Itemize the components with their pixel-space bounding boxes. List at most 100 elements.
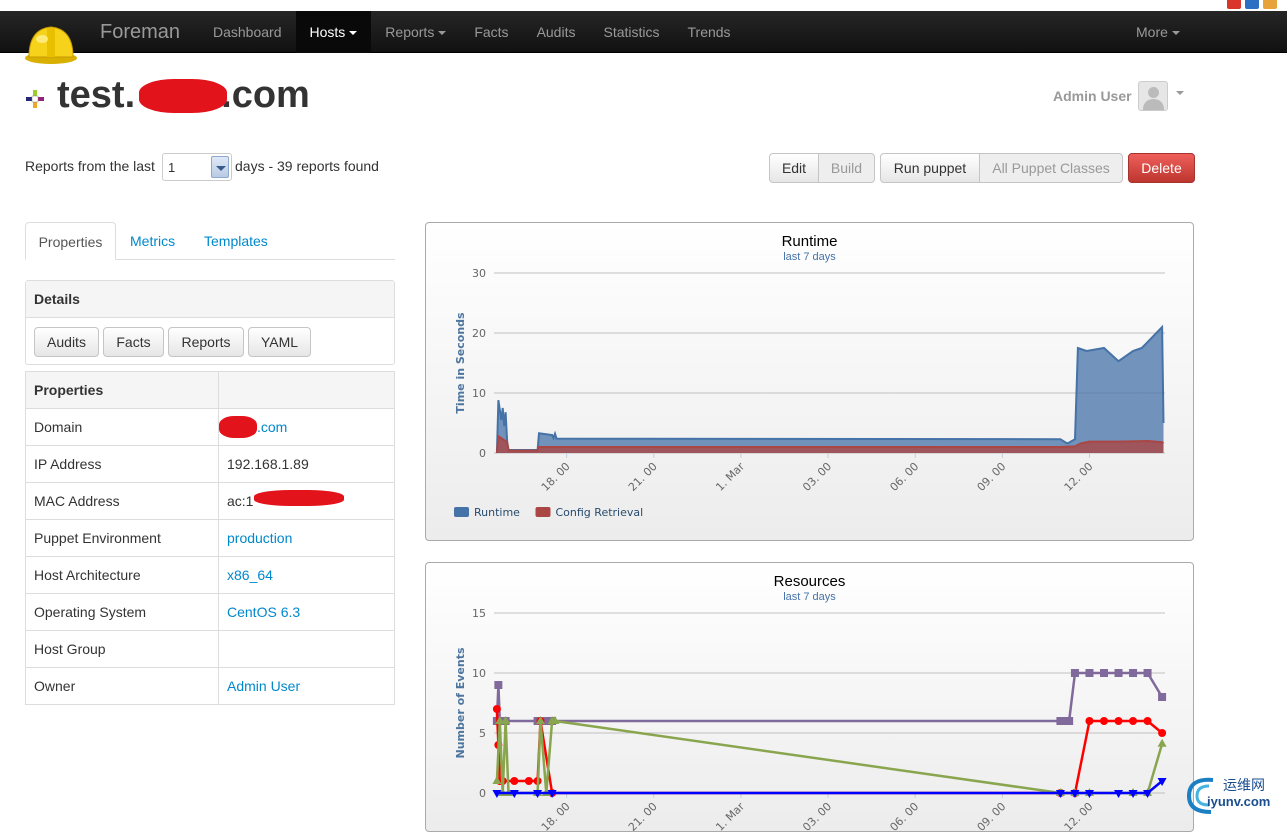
legend-swatch [454, 507, 469, 517]
tab-properties[interactable]: Properties [25, 222, 116, 260]
y-axis-label: Number of Events [454, 647, 467, 758]
watermark-line2: iyunv.com [1207, 794, 1271, 809]
data-point [1085, 717, 1094, 725]
details-panel: Details Audits Facts Reports YAML [25, 280, 395, 365]
x-tick-label: 18. 00 [539, 800, 573, 832]
x-tick-label: 06. 00 [887, 800, 921, 832]
extension-icon[interactable] [1263, 0, 1277, 9]
table-row: IP Address 192.168.1.89 [25, 445, 395, 483]
nav-more[interactable]: More [1122, 11, 1194, 53]
details-heading: Details [26, 281, 394, 318]
data-point [524, 777, 533, 785]
y-tick-label: 10 [472, 387, 486, 400]
data-point [1158, 729, 1167, 737]
operating-system-link[interactable]: CentOS 6.3 [227, 604, 300, 620]
data-point [1114, 717, 1123, 725]
owner-link[interactable]: Admin User [227, 678, 300, 694]
browser-top-strip [0, 0, 1287, 11]
redaction-mark [219, 416, 257, 438]
data-point [1129, 669, 1138, 677]
y-tick-label: 0 [479, 447, 486, 460]
chevron-down-icon[interactable] [1176, 91, 1184, 95]
facts-button[interactable]: Facts [103, 327, 164, 357]
tab-templates[interactable]: Templates [204, 222, 268, 260]
data-point [1143, 717, 1152, 725]
architecture-link[interactable]: x86_64 [227, 567, 273, 583]
audits-button[interactable]: Audits [34, 327, 99, 357]
data-point [1065, 717, 1074, 725]
x-tick-label: 1. Mar [713, 800, 747, 832]
domain-link[interactable]: .com [257, 419, 287, 435]
y-axis-label: Time in Seconds [454, 312, 467, 414]
table-row: Domain .com [25, 408, 395, 446]
table-row: Operating System CentOS 6.3 [25, 593, 395, 631]
nav-hosts[interactable]: Hosts [295, 11, 372, 53]
reports-days-select[interactable]: 1 [162, 153, 232, 181]
data-point [492, 705, 501, 713]
run-puppet-button[interactable]: Run puppet [880, 153, 980, 183]
data-point [1100, 669, 1108, 677]
chevron-down-icon [438, 31, 447, 36]
series-line [495, 324, 1165, 454]
legend-label: Config Retrieval [556, 506, 644, 519]
brand-name[interactable]: Foreman [100, 21, 180, 44]
x-tick-label: 03. 00 [800, 800, 834, 832]
user-avatar-icon[interactable] [1138, 81, 1168, 111]
build-button[interactable]: Build [818, 153, 875, 183]
tab-metrics[interactable]: Metrics [130, 222, 175, 260]
main-nav: Dashboard Hosts Reports Facts Audits Sta… [199, 11, 745, 53]
y-tick-label: 15 [472, 607, 486, 620]
nav-audits[interactable]: Audits [523, 11, 590, 53]
properties-table: Properties Domain .com IP Address 192.16… [25, 371, 395, 705]
data-point [1129, 717, 1138, 725]
runtime-chart-plot: 0 10 20 30 Time in Seconds 18. 00 21. 00 1. Mar… [454, 267, 1165, 519]
data-point [510, 777, 519, 785]
host-tabs: Properties Metrics Templates [25, 222, 395, 260]
all-puppet-classes-button[interactable]: All Puppet Classes [979, 153, 1123, 183]
extension-icon[interactable] [1227, 0, 1241, 9]
user-menu-name[interactable]: Admin User [1053, 88, 1132, 104]
y-tick-label: 5 [479, 727, 486, 740]
browser-extension-icons [1227, 0, 1277, 9]
x-tick-label: 21. 00 [626, 460, 660, 494]
y-tick-label: 10 [472, 667, 486, 680]
chevron-down-icon[interactable] [211, 156, 229, 178]
delete-button[interactable]: Delete [1128, 153, 1195, 183]
nav-facts[interactable]: Facts [460, 11, 522, 53]
x-tick-label: 09. 00 [975, 800, 1009, 832]
data-point [494, 681, 503, 689]
x-tick-label: 12. 00 [1062, 800, 1096, 832]
redaction-mark [254, 490, 344, 506]
x-tick-label: 18. 00 [539, 460, 573, 494]
host-group-value [218, 630, 395, 668]
yaml-button[interactable]: YAML [248, 327, 311, 357]
edit-button[interactable]: Edit [769, 153, 819, 183]
table-row: Host Group [25, 630, 395, 668]
environment-link[interactable]: production [227, 530, 292, 546]
nav-trends[interactable]: Trends [674, 11, 745, 53]
series-area [496, 327, 1164, 453]
data-point [1070, 669, 1079, 677]
nav-statistics[interactable]: Statistics [589, 11, 673, 53]
legend-label: Runtime [474, 506, 520, 519]
reports-count-text: days - 39 reports found [235, 158, 379, 174]
resources-chart: Resources last 7 days 0 5 10 15 Number of Ev… [425, 562, 1194, 832]
table-row: Properties [25, 371, 395, 409]
nav-dashboard[interactable]: Dashboard [199, 11, 296, 53]
x-tick-label: 1. Mar [713, 460, 747, 494]
foreman-helmet-logo[interactable] [24, 19, 78, 65]
x-tick-label: 12. 00 [1062, 460, 1096, 494]
extension-icon[interactable] [1245, 0, 1259, 9]
nav-reports[interactable]: Reports [371, 11, 460, 53]
x-tick-label: 09. 00 [975, 460, 1009, 494]
table-row: Host Architecture x86_64 [25, 556, 395, 594]
data-point [1085, 669, 1094, 677]
properties-heading: Properties [25, 371, 219, 409]
x-tick-label: 21. 00 [626, 800, 660, 832]
ip-address-value: 192.168.1.89 [218, 445, 395, 483]
reports-button[interactable]: Reports [168, 327, 244, 357]
legend-swatch [535, 507, 551, 517]
table-row: Puppet Environment production [25, 519, 395, 557]
reports-filter-label: Reports from the last [25, 158, 155, 174]
x-tick-label: 03. 00 [800, 460, 834, 494]
